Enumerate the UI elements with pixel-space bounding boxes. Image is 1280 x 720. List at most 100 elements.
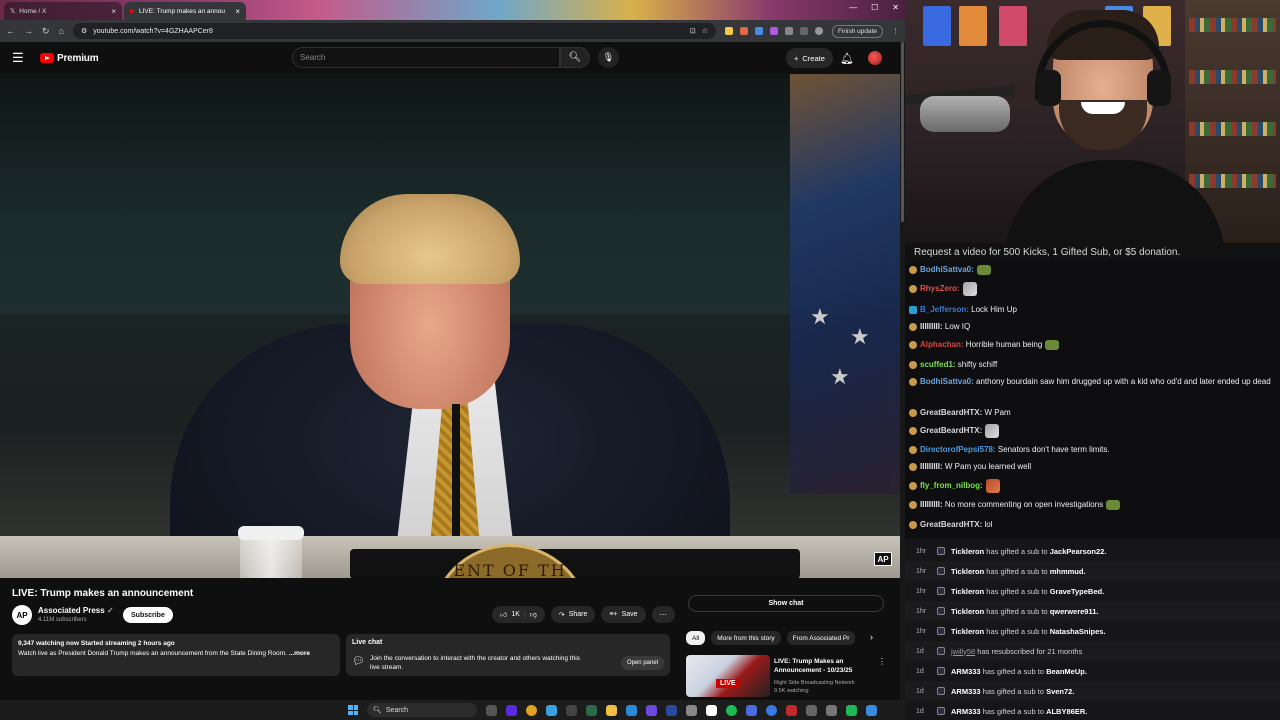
thumbs-up-icon[interactable]: 👍︎ <box>500 610 507 619</box>
chat-username[interactable]: IIIIIIIII: <box>920 500 943 509</box>
show-chat-button[interactable]: Show chat <box>688 595 884 612</box>
task-view-icon[interactable] <box>486 704 497 716</box>
app-icon[interactable] <box>586 704 597 716</box>
video-player[interactable]: ★ ★ ★ ENT OF TH AP <box>0 74 900 578</box>
event-recipient[interactable]: JackPearson22. <box>1050 547 1107 556</box>
sidebar-icon[interactable] <box>799 27 808 35</box>
app-icon[interactable] <box>566 704 577 716</box>
app-icon[interactable] <box>786 704 797 716</box>
more-actions-button[interactable]: ⋯ <box>651 606 675 623</box>
event-recipient[interactable]: ALBY86ER. <box>1046 707 1087 716</box>
voice-search-button[interactable]: 🎙︎ <box>598 47 619 68</box>
app-icon[interactable] <box>706 704 717 716</box>
finish-update-button[interactable]: Finish update <box>831 24 883 38</box>
channel-name[interactable]: Associated Press ✓ <box>38 606 114 615</box>
event-user[interactable]: Tickleron <box>951 567 984 576</box>
chat-username[interactable]: GreatBeardHTX: <box>920 520 982 529</box>
event-user[interactable]: ARM333 <box>951 667 981 676</box>
event-recipient[interactable]: mhmmud. <box>1050 567 1086 576</box>
related-menu-icon[interactable]: ⋮ <box>878 657 886 666</box>
event-user[interactable]: ARM333 <box>951 707 981 716</box>
event-recipient[interactable]: qwerwere911. <box>1050 607 1099 616</box>
like-count[interactable]: 1K <box>511 611 520 618</box>
app-icon[interactable] <box>546 704 557 716</box>
app-icon[interactable] <box>666 704 677 716</box>
notifications-bell-icon[interactable]: 🔔︎ <box>840 52 854 65</box>
event-recipient[interactable]: Sven72. <box>1046 687 1074 696</box>
extension-icon[interactable] <box>769 27 778 35</box>
event-user[interactable]: Tickleron <box>951 627 984 636</box>
close-tab-icon[interactable]: × <box>111 7 116 16</box>
app-icon[interactable] <box>826 704 837 716</box>
browser-menu-icon[interactable]: ⋮ <box>892 27 899 35</box>
open-panel-button[interactable]: Open panel <box>620 656 664 670</box>
extension-icon[interactable] <box>724 27 733 35</box>
chat-username[interactable]: fly_from_nilbog: <box>920 481 983 490</box>
event-recipient[interactable]: NatashaSnipes. <box>1050 627 1106 636</box>
channel-avatar[interactable]: AP <box>12 605 32 625</box>
chat-username[interactable]: BodhiSattva0: <box>920 265 974 274</box>
app-icon[interactable] <box>626 704 637 716</box>
reload-icon[interactable]: ↻ <box>42 26 50 37</box>
chat-username[interactable]: GreatBeardHTX: <box>920 408 982 417</box>
search-button[interactable]: 🔍︎ <box>560 47 590 68</box>
event-user[interactable]: Tickleron <box>951 607 984 616</box>
event-recipient[interactable]: BeanMeUp. <box>1046 667 1087 676</box>
chat-username[interactable]: B_Jefferson: <box>920 305 969 314</box>
chip-all[interactable]: All <box>686 631 706 645</box>
chip-from-channel[interactable]: From Associated Pr <box>786 631 856 645</box>
save-button[interactable]: ≡+ Save <box>601 606 646 623</box>
maximize-icon[interactable]: ☐ <box>871 3 878 12</box>
browser-tab-active[interactable]: ▶ LIVE: Trump makes an annou × <box>124 2 246 20</box>
app-icon[interactable] <box>846 704 857 716</box>
close-tab-icon[interactable]: × <box>235 7 240 16</box>
extensions-puzzle-icon[interactable] <box>784 27 793 35</box>
profile-icon[interactable] <box>814 27 823 35</box>
minimize-icon[interactable]: — <box>849 3 857 12</box>
forward-icon[interactable]: → <box>24 26 33 36</box>
event-user[interactable]: ARM333 <box>951 687 981 696</box>
discord-icon[interactable] <box>646 704 657 716</box>
extension-icon[interactable] <box>739 27 748 35</box>
youtube-logo[interactable]: Premium <box>40 53 99 64</box>
search-input[interactable]: Search <box>292 47 560 68</box>
event-user[interactable]: Tickleron <box>951 587 984 596</box>
app-icon[interactable] <box>686 704 697 716</box>
install-icon[interactable]: ⊡ <box>690 27 696 35</box>
share-button[interactable]: ↷ Share <box>550 606 596 623</box>
chat-username[interactable]: DirectorofPepsi578: <box>920 445 996 454</box>
app-icon[interactable] <box>866 704 877 716</box>
site-info-icon[interactable]: ⚙ <box>81 27 87 35</box>
subscribe-button[interactable]: Subscribe <box>123 607 173 623</box>
related-channel[interactable]: Right Side Broadcasting Network <box>774 679 878 687</box>
related-thumbnail[interactable]: LIVE <box>686 655 770 697</box>
create-button[interactable]: + Create <box>786 48 833 68</box>
account-avatar[interactable] <box>868 51 882 65</box>
chat-username[interactable]: scuffed1: <box>920 360 956 369</box>
event-recipient[interactable]: GraveTypeBed. <box>1050 587 1104 596</box>
description-box[interactable]: 9,347 watching now Started streaming 2 h… <box>12 634 340 676</box>
spotify-icon[interactable] <box>726 704 737 716</box>
event-user[interactable]: Tickleron <box>951 547 984 556</box>
hamburger-menu-icon[interactable]: ☰ <box>12 50 28 66</box>
app-icon[interactable] <box>746 704 757 716</box>
home-icon[interactable]: ⌂ <box>59 26 64 36</box>
app-icon[interactable] <box>766 704 777 716</box>
related-title[interactable]: LIVE: Trump Makes an Announcement - 10/2… <box>774 657 878 675</box>
chat-username[interactable]: IIIIIIIII: <box>920 462 943 471</box>
address-bar[interactable]: ⚙ youtube.com/watch?v=4GZHAAPCer8 ⊡ ☆ <box>72 23 716 39</box>
thumbs-down-icon[interactable]: 👎︎ <box>530 610 537 619</box>
windows-start-icon[interactable] <box>348 705 358 715</box>
close-window-icon[interactable]: ✕ <box>892 3 899 12</box>
chip-more-from-story[interactable]: More from this story <box>711 631 781 645</box>
app-icon[interactable] <box>506 704 517 716</box>
chat-username[interactable]: GreatBeardHTX: <box>920 426 982 435</box>
scrollbar-thumb[interactable] <box>901 42 904 222</box>
back-icon[interactable]: ← <box>6 26 15 36</box>
chat-username[interactable]: BodhiSattva0: <box>920 377 974 386</box>
chat-username[interactable]: IIIIIIIII: <box>920 322 943 331</box>
related-video[interactable]: LIVE LIVE: Trump Makes an Announcement -… <box>686 655 886 697</box>
event-user[interactable]: jwilly58 <box>951 647 975 656</box>
chat-username[interactable]: RhysZero: <box>920 284 960 293</box>
chevron-right-icon[interactable]: › <box>870 632 873 642</box>
